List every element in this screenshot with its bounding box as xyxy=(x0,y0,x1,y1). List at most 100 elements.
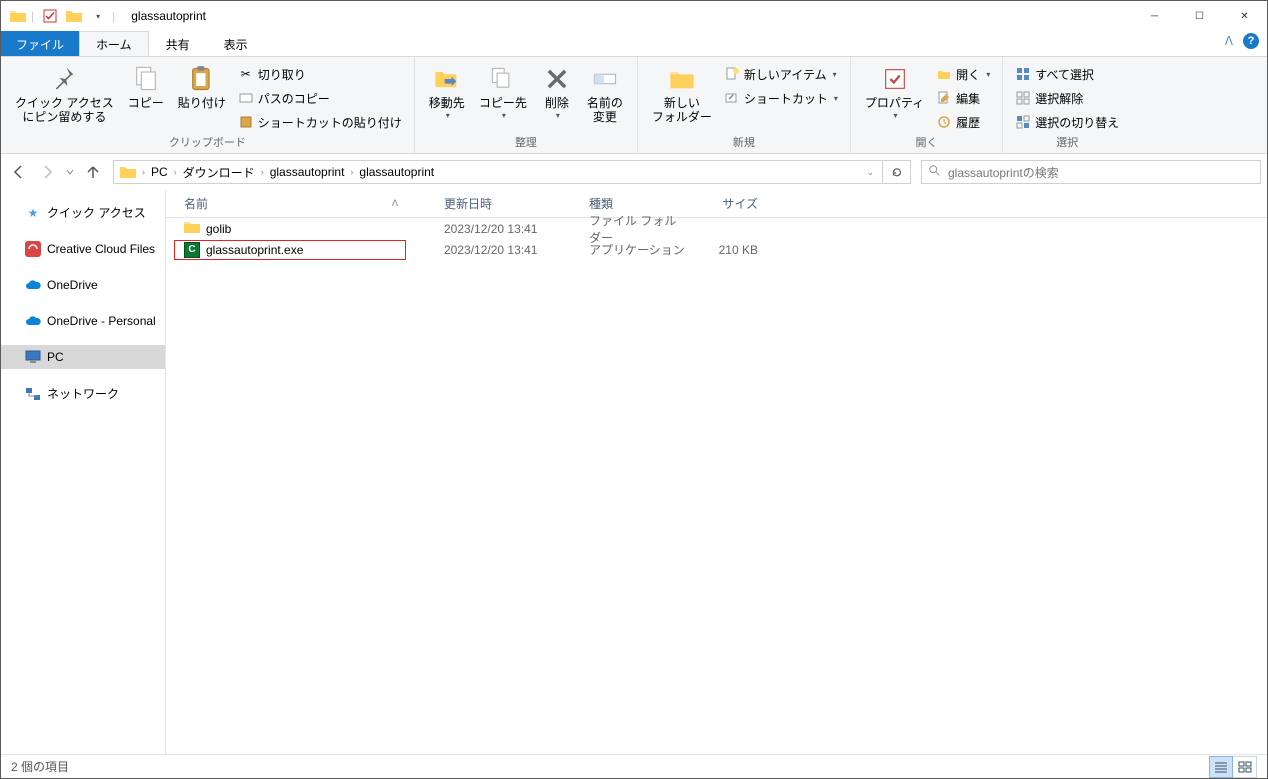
open-button[interactable]: 開く▾ xyxy=(932,63,994,85)
address-dropdown[interactable]: ⌄ xyxy=(860,167,880,178)
tab-share[interactable]: 共有 xyxy=(149,31,207,56)
exe-icon xyxy=(184,242,200,258)
rename-button[interactable]: 名前の 変更 xyxy=(581,59,629,127)
chevron-right-icon[interactable]: › xyxy=(140,167,147,177)
pin-button[interactable]: クイック アクセス にピン留めする xyxy=(9,59,120,127)
address-bar[interactable]: › PC › ダウンロード › glassautoprint › glassau… xyxy=(113,160,883,184)
file-date: 2023/12/20 13:41 xyxy=(436,243,581,257)
refresh-button[interactable] xyxy=(883,160,911,184)
group-label-select: 選択 xyxy=(1011,134,1123,153)
crumb-pc[interactable]: PC xyxy=(147,165,172,179)
separator: | xyxy=(112,9,115,23)
chevron-right-icon[interactable]: › xyxy=(348,167,355,177)
minimize-button[interactable]: ─ xyxy=(1132,2,1177,31)
paste-label: 貼り付け xyxy=(178,97,226,111)
col-name[interactable]: 名前ᐱ xyxy=(176,195,436,212)
folder-icon xyxy=(9,7,27,25)
qat-dropdown-icon[interactable]: ▾ xyxy=(88,6,108,26)
group-open: プロパティ▾ 開く▾ 編集 履歴 開く xyxy=(851,57,1003,153)
sidebar-pc[interactable]: PC xyxy=(1,345,165,369)
rename-icon xyxy=(589,63,621,95)
sidebar-creative-cloud[interactable]: Creative Cloud Files xyxy=(1,237,165,261)
pin-icon xyxy=(48,63,80,95)
view-details-button[interactable] xyxy=(1209,756,1233,778)
file-row[interactable]: golib 2023/12/20 13:41 ファイル フォルダー xyxy=(166,218,1267,239)
status-bar: 2 個の項目 xyxy=(1,754,1267,778)
forward-button[interactable] xyxy=(35,160,59,184)
col-type[interactable]: 種類 xyxy=(581,195,696,212)
collapse-ribbon-icon[interactable]: ᐱ xyxy=(1225,34,1233,48)
invert-button[interactable]: 選択の切り替え xyxy=(1011,111,1123,133)
properties-button[interactable]: プロパティ▾ xyxy=(859,59,930,122)
qat-checkbox-icon[interactable] xyxy=(40,6,60,26)
selectall-button[interactable]: すべて選択 xyxy=(1011,63,1123,85)
tab-file[interactable]: ファイル xyxy=(1,31,79,56)
group-new: 新しい フォルダー 新しいアイテム▾ ショートカット▾ 新規 xyxy=(638,57,851,153)
edit-icon xyxy=(936,90,952,106)
sidebar-onedrive-personal[interactable]: OneDrive - Personal xyxy=(1,309,165,333)
shortcut-small-icon xyxy=(724,90,740,106)
paste-button[interactable]: 貼り付け xyxy=(172,59,232,113)
file-row[interactable]: glassautoprint.exe 2023/12/20 13:41 アプリケ… xyxy=(166,239,1267,260)
shortcut-icon xyxy=(238,114,254,130)
qat-folder-icon[interactable] xyxy=(64,6,84,26)
shortcut-button[interactable]: ショートカット▾ xyxy=(720,87,842,109)
copyto-icon xyxy=(487,63,519,95)
tab-view[interactable]: 表示 xyxy=(207,31,265,56)
folder-icon xyxy=(184,220,200,237)
cut-button[interactable]: ✂切り取り xyxy=(234,63,406,85)
network-icon xyxy=(25,386,41,402)
crumb-downloads[interactable]: ダウンロード xyxy=(179,164,259,181)
col-size[interactable]: サイズ xyxy=(696,195,766,212)
delete-button[interactable]: 削除▾ xyxy=(535,59,579,122)
recent-dropdown[interactable] xyxy=(63,160,77,184)
copypath-button[interactable]: パスのコピー xyxy=(234,87,406,109)
group-select: すべて選択 選択解除 選択の切り替え 選択 xyxy=(1003,57,1131,153)
up-button[interactable] xyxy=(81,160,105,184)
selectnone-button[interactable]: 選択解除 xyxy=(1011,87,1123,109)
scissors-icon: ✂ xyxy=(238,66,254,82)
maximize-button[interactable]: ☐ xyxy=(1177,2,1222,31)
chevron-right-icon[interactable]: › xyxy=(259,167,266,177)
properties-icon xyxy=(879,63,911,95)
chevron-down-icon: ▾ xyxy=(986,70,990,79)
copy-label: コピー xyxy=(128,97,164,111)
newfolder-button[interactable]: 新しい フォルダー xyxy=(646,59,718,127)
navigation-bar: › PC › ダウンロード › glassautoprint › glassau… xyxy=(1,154,1267,190)
search-input[interactable]: glassautoprintの検索 xyxy=(921,160,1261,184)
back-button[interactable] xyxy=(7,160,31,184)
tab-home[interactable]: ホーム xyxy=(79,31,149,56)
selectnone-icon xyxy=(1015,90,1031,106)
copyto-button[interactable]: コピー先▾ xyxy=(473,59,533,122)
newitem-button[interactable]: 新しいアイテム▾ xyxy=(720,63,842,85)
view-large-button[interactable] xyxy=(1233,756,1257,778)
col-date[interactable]: 更新日時 xyxy=(436,195,581,212)
edit-button[interactable]: 編集 xyxy=(932,87,994,109)
item-count: 2 個の項目 xyxy=(11,758,69,775)
chevron-right-icon[interactable]: › xyxy=(172,167,179,177)
crumb-folder2[interactable]: glassautoprint xyxy=(355,165,438,179)
open-icon xyxy=(936,66,952,82)
crumb-folder1[interactable]: glassautoprint xyxy=(266,165,349,179)
file-type: アプリケーション xyxy=(581,241,696,258)
highlight-annotation xyxy=(174,240,406,260)
group-label-new: 新規 xyxy=(646,134,842,153)
sort-indicator-icon: ᐱ xyxy=(392,198,398,209)
group-clipboard: クイック アクセス にピン留めする コピー 貼り付け ✂切り取り パスのコピー … xyxy=(1,57,415,153)
sidebar-onedrive[interactable]: OneDrive xyxy=(1,273,165,297)
pasteshortcut-button[interactable]: ショートカットの貼り付け xyxy=(234,111,406,133)
copy-icon xyxy=(130,63,162,95)
selectall-icon xyxy=(1015,66,1031,82)
history-button[interactable]: 履歴 xyxy=(932,111,994,133)
ribbon: クイック アクセス にピン留めする コピー 貼り付け ✂切り取り パスのコピー … xyxy=(1,56,1267,154)
help-icon[interactable]: ? xyxy=(1243,33,1259,49)
moveto-button[interactable]: 移動先▾ xyxy=(423,59,471,122)
copy-button[interactable]: コピー xyxy=(122,59,170,113)
separator: | xyxy=(31,9,34,23)
group-label-open: 開く xyxy=(859,134,994,153)
close-button[interactable]: ✕ xyxy=(1222,2,1267,31)
window-title: glassautoprint xyxy=(131,9,206,23)
navigation-pane: ★クイック アクセス Creative Cloud Files OneDrive… xyxy=(1,190,166,754)
sidebar-network[interactable]: ネットワーク xyxy=(1,381,165,406)
sidebar-quickaccess[interactable]: ★クイック アクセス xyxy=(1,200,165,225)
